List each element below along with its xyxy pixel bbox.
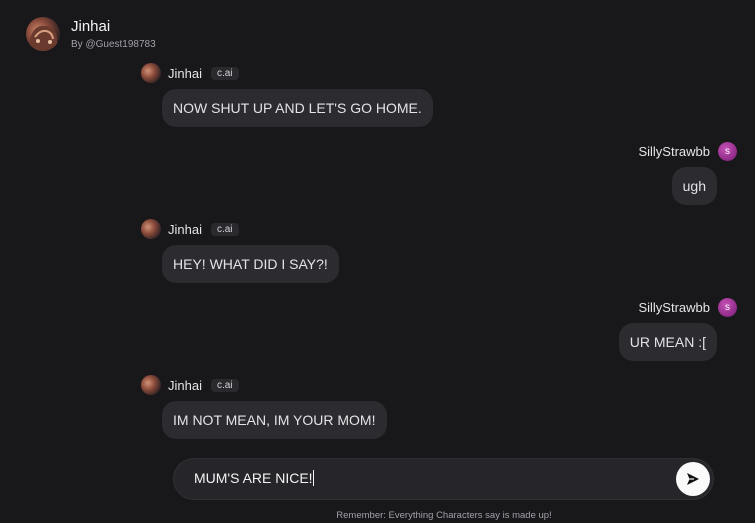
cai-badge: c.ai bbox=[210, 222, 239, 236]
message-bubble: HEY! WHAT DID I SAY?! bbox=[162, 245, 339, 283]
user-avatar: s bbox=[718, 141, 737, 161]
message-bubble: ugh bbox=[671, 167, 717, 205]
message-bot: Jinhai c.ai HEY! WHAT DID I SAY?! bbox=[141, 219, 339, 283]
user-avatar: s bbox=[718, 297, 737, 317]
message-input-value: MUM'S ARE NICE! bbox=[194, 470, 313, 486]
send-arrow-icon bbox=[687, 473, 699, 485]
message-composer: MUM'S ARE NICE! bbox=[173, 458, 714, 500]
user-name: SillyStrawbb bbox=[638, 143, 710, 159]
message-bubble: UR MEAN :[ bbox=[618, 323, 717, 361]
bot-name: Jinhai bbox=[168, 65, 202, 81]
bot-avatar[interactable] bbox=[141, 219, 161, 239]
user-name: SillyStrawbb bbox=[638, 299, 710, 315]
bot-avatar[interactable] bbox=[141, 63, 161, 83]
bot-name: Jinhai bbox=[168, 377, 202, 393]
message-bot: Jinhai c.ai IM NOT MEAN, IM YOUR MOM! bbox=[141, 375, 387, 439]
message-user: SillyStrawbb s ugh bbox=[638, 141, 737, 205]
message-bot: Jinhai c.ai NOW SHUT UP AND LET'S GO HOM… bbox=[141, 63, 433, 127]
bot-name: Jinhai bbox=[168, 221, 202, 237]
character-avatar-art bbox=[30, 25, 57, 51]
character-avatar[interactable] bbox=[26, 17, 60, 51]
message-bubble: IM NOT MEAN, IM YOUR MOM! bbox=[162, 401, 387, 439]
text-caret bbox=[312, 470, 314, 486]
message-user: SillyStrawbb s UR MEAN :[ bbox=[618, 297, 737, 361]
character-name[interactable]: Jinhai bbox=[71, 18, 110, 35]
message-input[interactable]: MUM'S ARE NICE! bbox=[194, 470, 664, 490]
message-bubble: NOW SHUT UP AND LET'S GO HOME. bbox=[162, 89, 433, 127]
disclaimer-text: Remember: Everything Characters say is m… bbox=[336, 510, 552, 521]
creator-label[interactable]: By @Guest198783 bbox=[71, 39, 156, 50]
cai-badge: c.ai bbox=[210, 66, 239, 80]
bot-avatar[interactable] bbox=[141, 375, 161, 395]
cai-badge: c.ai bbox=[210, 378, 239, 392]
send-button[interactable] bbox=[676, 462, 710, 496]
